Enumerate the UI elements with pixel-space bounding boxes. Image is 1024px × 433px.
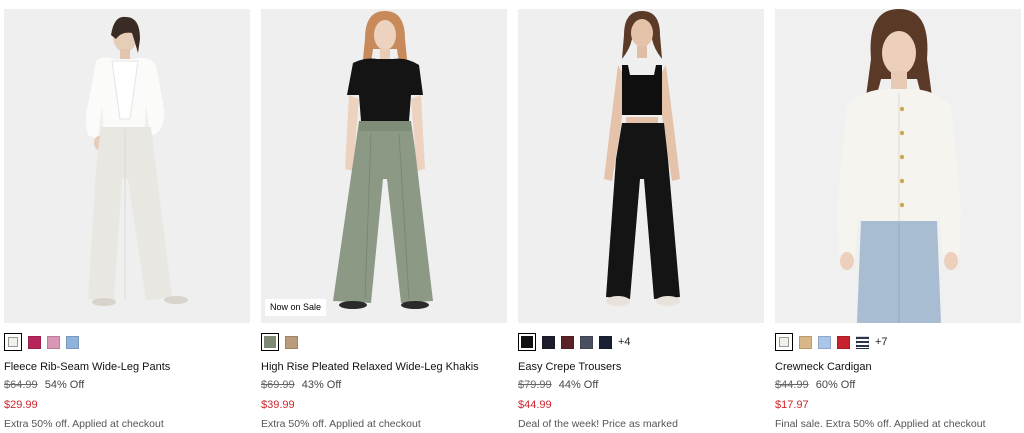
swatch[interactable] — [818, 335, 831, 349]
model-photo-crepe-trousers — [518, 9, 764, 323]
product-image[interactable] — [4, 9, 250, 323]
swatch[interactable] — [285, 335, 298, 349]
product-card: +4 Easy Crepe Trousers $79.99 44% Off $4… — [518, 9, 764, 433]
swatch[interactable] — [542, 335, 555, 349]
original-price: $79.99 — [518, 379, 552, 391]
more-colors[interactable]: +4 — [618, 336, 631, 348]
price-row: $64.99 54% Off — [4, 379, 84, 391]
discount-percent: 43% Off — [301, 379, 342, 391]
product-image[interactable]: Now on Sale — [261, 9, 507, 323]
product-image[interactable] — [775, 9, 1021, 323]
price-row: $44.99 60% Off — [775, 379, 855, 391]
swatch-selected[interactable] — [4, 333, 22, 351]
product-card: +7 Crewneck Cardigan $44.99 60% Off $17.… — [775, 9, 1021, 433]
swatch-selected[interactable] — [518, 333, 536, 351]
model-photo-fleece-pants — [4, 9, 250, 323]
price-row: $69.99 43% Off — [261, 379, 341, 391]
discount-percent: 54% Off — [44, 379, 85, 391]
swatch[interactable] — [799, 335, 812, 349]
swatch[interactable] — [599, 335, 612, 349]
swatch[interactable] — [561, 335, 574, 349]
discount-percent: 44% Off — [558, 379, 599, 391]
model-photo-khakis — [261, 9, 507, 323]
promo-text: Deal of the week! Price as marked — [518, 418, 678, 430]
sale-price: $39.99 — [261, 399, 295, 411]
swatch[interactable] — [47, 335, 60, 349]
swatch[interactable] — [66, 335, 79, 349]
product-name[interactable]: Crewneck Cardigan — [775, 361, 872, 373]
promo-text: Extra 50% off. Applied at checkout — [261, 418, 421, 430]
color-swatches — [261, 333, 298, 351]
product-card: Now on Sale High Rise Pleated Relaxed Wi… — [261, 9, 507, 433]
discount-percent: 60% Off — [815, 379, 856, 391]
sale-badge: Now on Sale — [265, 299, 327, 316]
original-price: $69.99 — [261, 379, 295, 391]
original-price: $64.99 — [4, 379, 38, 391]
swatch[interactable] — [580, 335, 593, 349]
color-swatches: +4 — [518, 333, 631, 351]
original-price: $44.99 — [775, 379, 809, 391]
product-card: Fleece Rib-Seam Wide-Leg Pants $64.99 54… — [4, 9, 250, 433]
swatch-stripe[interactable] — [856, 335, 869, 349]
promo-text: Final sale. Extra 50% off. Applied at ch… — [775, 418, 986, 430]
promo-text: Extra 50% off. Applied at checkout — [4, 418, 164, 430]
more-colors[interactable]: +7 — [875, 336, 888, 348]
sale-price: $29.99 — [4, 399, 38, 411]
swatch-selected[interactable] — [261, 333, 279, 351]
product-image[interactable] — [518, 9, 764, 323]
color-swatches — [4, 333, 79, 351]
price-row: $79.99 44% Off — [518, 379, 598, 391]
color-swatches: +7 — [775, 333, 888, 351]
product-name[interactable]: Fleece Rib-Seam Wide-Leg Pants — [4, 361, 170, 373]
product-name[interactable]: High Rise Pleated Relaxed Wide-Leg Khaki… — [261, 361, 479, 373]
sale-price: $17.97 — [775, 399, 809, 411]
swatch-selected[interactable] — [775, 333, 793, 351]
product-name[interactable]: Easy Crepe Trousers — [518, 361, 621, 373]
model-photo-cardigan — [775, 9, 1021, 323]
swatch[interactable] — [837, 335, 850, 349]
swatch[interactable] — [28, 335, 41, 349]
product-grid: Fleece Rib-Seam Wide-Leg Pants $64.99 54… — [4, 9, 1021, 433]
sale-price: $44.99 — [518, 399, 552, 411]
